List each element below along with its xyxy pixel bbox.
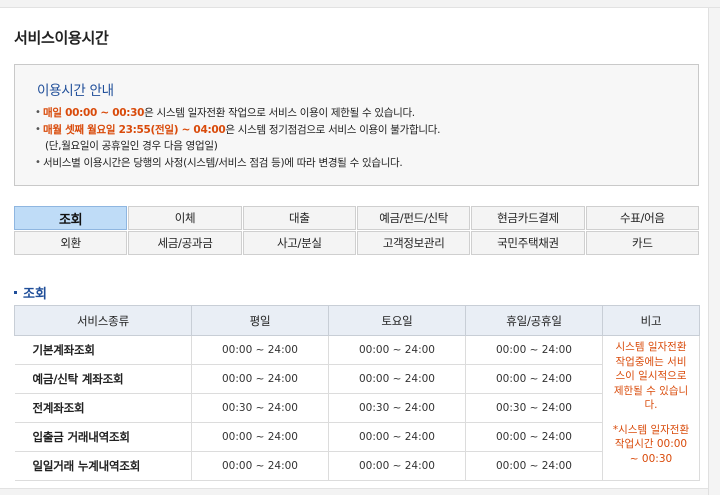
table-row: 기본계좌조회 00:00 ~ 24:00 00:00 ~ 24:00 00:00… <box>14 335 700 481</box>
saturday-hours: 00:30 ~ 24:00 <box>328 393 466 423</box>
tab-transfer[interactable]: 이체 <box>128 206 242 230</box>
table-row: 전계좌조회 00:30 ~ 24:00 00:30 ~ 24:00 00:30 … <box>14 393 700 423</box>
notice-title: 이용시간 안내 <box>37 83 114 99</box>
service-category-tabs: 조회 이체 대출 예금/펀드/신탁 현금카드결제 수표/어음 외환 세금/공과금… <box>14 206 699 255</box>
saturday-hours: 00:00 ~ 24:00 <box>328 422 466 452</box>
service-name: 전계좌조회 <box>14 393 192 423</box>
notice-text-3: 서비스별 이용시간은 당행의 사정(시스템/서비스 점검 등)에 따라 변경될 … <box>43 156 403 169</box>
notice-highlight-1: 매일 00:00 ~ 00:30 <box>43 107 145 119</box>
tab-housing-bond[interactable]: 국민주택채권 <box>471 231 585 255</box>
notice-line-1: • 매일 00:00 ~ 00:30은 시스템 일자전환 작업으로 서비스 이용이… <box>33 105 693 122</box>
table-header-row: 서비스종류 평일 토요일 휴일/공휴일 비고 <box>14 305 700 336</box>
bullet-icon: • <box>35 107 41 118</box>
bottom-edge <box>0 488 708 495</box>
service-name: 예금/신탁 계좌조회 <box>14 364 192 394</box>
tab-accident-loss[interactable]: 사고/분실 <box>242 231 356 255</box>
header-service-type: 서비스종류 <box>14 305 192 336</box>
weekday-hours: 00:00 ~ 24:00 <box>191 335 329 365</box>
tab-foreign-exchange[interactable]: 외환 <box>14 231 128 255</box>
weekday-hours: 00:30 ~ 24:00 <box>191 393 329 423</box>
section-title-text: 조회 <box>23 287 47 302</box>
notice-text-1: 은 시스템 일자전환 작업으로 서비스 이용이 제한될 수 있습니다. <box>144 107 415 119</box>
tab-deposit-fund-trust[interactable]: 예금/펀드/신탁 <box>357 206 471 230</box>
tab-card[interactable]: 카드 <box>585 231 699 255</box>
service-name: 기본계좌조회 <box>14 335 192 365</box>
header-saturday: 토요일 <box>328 305 466 336</box>
saturday-hours: 00:00 ~ 24:00 <box>328 451 466 481</box>
holiday-hours: 00:30 ~ 24:00 <box>465 393 603 423</box>
service-name: 일일거래 누계내역조회 <box>14 451 192 481</box>
notice-line-2-sub: (단,월요일이 공휴일인 경우 다음 영업일) <box>45 140 218 152</box>
holiday-hours: 00:00 ~ 24:00 <box>465 451 603 481</box>
section-bullet-icon <box>14 291 17 294</box>
tab-cash-card-payment[interactable]: 현금카드결제 <box>471 206 585 230</box>
notice-line-3: • 서비스별 이용시간은 당행의 사정(시스템/서비스 점검 등)에 따라 변경될… <box>33 155 693 172</box>
saturday-hours: 00:00 ~ 24:00 <box>328 364 466 394</box>
tab-loan[interactable]: 대출 <box>242 206 356 230</box>
header-weekday: 평일 <box>191 305 329 336</box>
remarks-cell: 시스템 일자전환 작업중에는 서비스이 일시적으로 제한될 수 있습니다. *시… <box>602 335 700 481</box>
service-name: 입출금 거래내역조회 <box>14 422 192 452</box>
remarks-gap <box>611 413 691 423</box>
tab-tax-utility[interactable]: 세금/공과금 <box>128 231 242 255</box>
remarks-content: 시스템 일자전환 작업중에는 서비스이 일시적으로 제한될 수 있습니다. *시… <box>611 340 691 480</box>
holiday-hours: 00:00 ~ 24:00 <box>465 364 603 394</box>
weekday-hours: 00:00 ~ 24:00 <box>191 422 329 452</box>
table-row: 입출금 거래내역조회 00:00 ~ 24:00 00:00 ~ 24:00 0… <box>14 422 700 452</box>
usage-notice-box: 이용시간 안내 • 매일 00:00 ~ 00:30은 시스템 일자전환 작업으로… <box>14 64 699 186</box>
remarks-text-1: 시스템 일자전환 작업중에는 서비스이 일시적으로 제한될 수 있습니다. <box>613 341 689 411</box>
weekday-hours: 00:00 ~ 24:00 <box>191 364 329 394</box>
notice-highlight-2: 매월 셋째 월요일 23:55(전일) ~ 04:00 <box>43 123 226 136</box>
notice-line-2: • 매월 셋째 월요일 23:55(전일) ~ 04:00은 시스템 정기점검으로… <box>33 122 693 139</box>
table-row: 예금/신탁 계좌조회 00:00 ~ 24:00 00:00 ~ 24:00 0… <box>14 364 700 394</box>
header-holiday: 휴일/공휴일 <box>465 305 603 336</box>
section-title: 조회 <box>14 283 47 302</box>
vertical-scrollbar[interactable] <box>708 8 720 495</box>
service-hours-table: 서비스종류 평일 토요일 휴일/공휴일 비고 기본계좌조회 00:00 ~ 24… <box>14 305 700 481</box>
tab-check-bill[interactable]: 수표/어음 <box>585 206 699 230</box>
tab-customer-info[interactable]: 고객정보관리 <box>357 231 471 255</box>
weekday-hours: 00:00 ~ 24:00 <box>191 451 329 481</box>
bullet-icon: • <box>35 156 41 168</box>
holiday-hours: 00:00 ~ 24:00 <box>465 422 603 452</box>
remarks-text-2: *시스템 일자전환 작업시간 00:00 ~ 00:30 <box>612 423 690 465</box>
notice-text-2: 은 시스템 정기점검으로 서비스 이용이 불가합니다. <box>225 123 441 136</box>
header-remarks: 비고 <box>602 305 700 336</box>
table-row: 일일거래 누계내역조회 00:00 ~ 24:00 00:00 ~ 24:00 … <box>14 451 700 481</box>
saturday-hours: 00:00 ~ 24:00 <box>328 335 466 365</box>
holiday-hours: 00:00 ~ 24:00 <box>465 335 603 365</box>
bullet-icon: • <box>35 123 41 135</box>
page-title: 서비스이용시간 <box>14 29 109 47</box>
tab-inquiry[interactable]: 조회 <box>14 206 128 230</box>
top-edge <box>0 0 720 8</box>
notice-list: • 매일 00:00 ~ 00:30은 시스템 일자전환 작업으로 서비스 이용이… <box>33 105 693 171</box>
